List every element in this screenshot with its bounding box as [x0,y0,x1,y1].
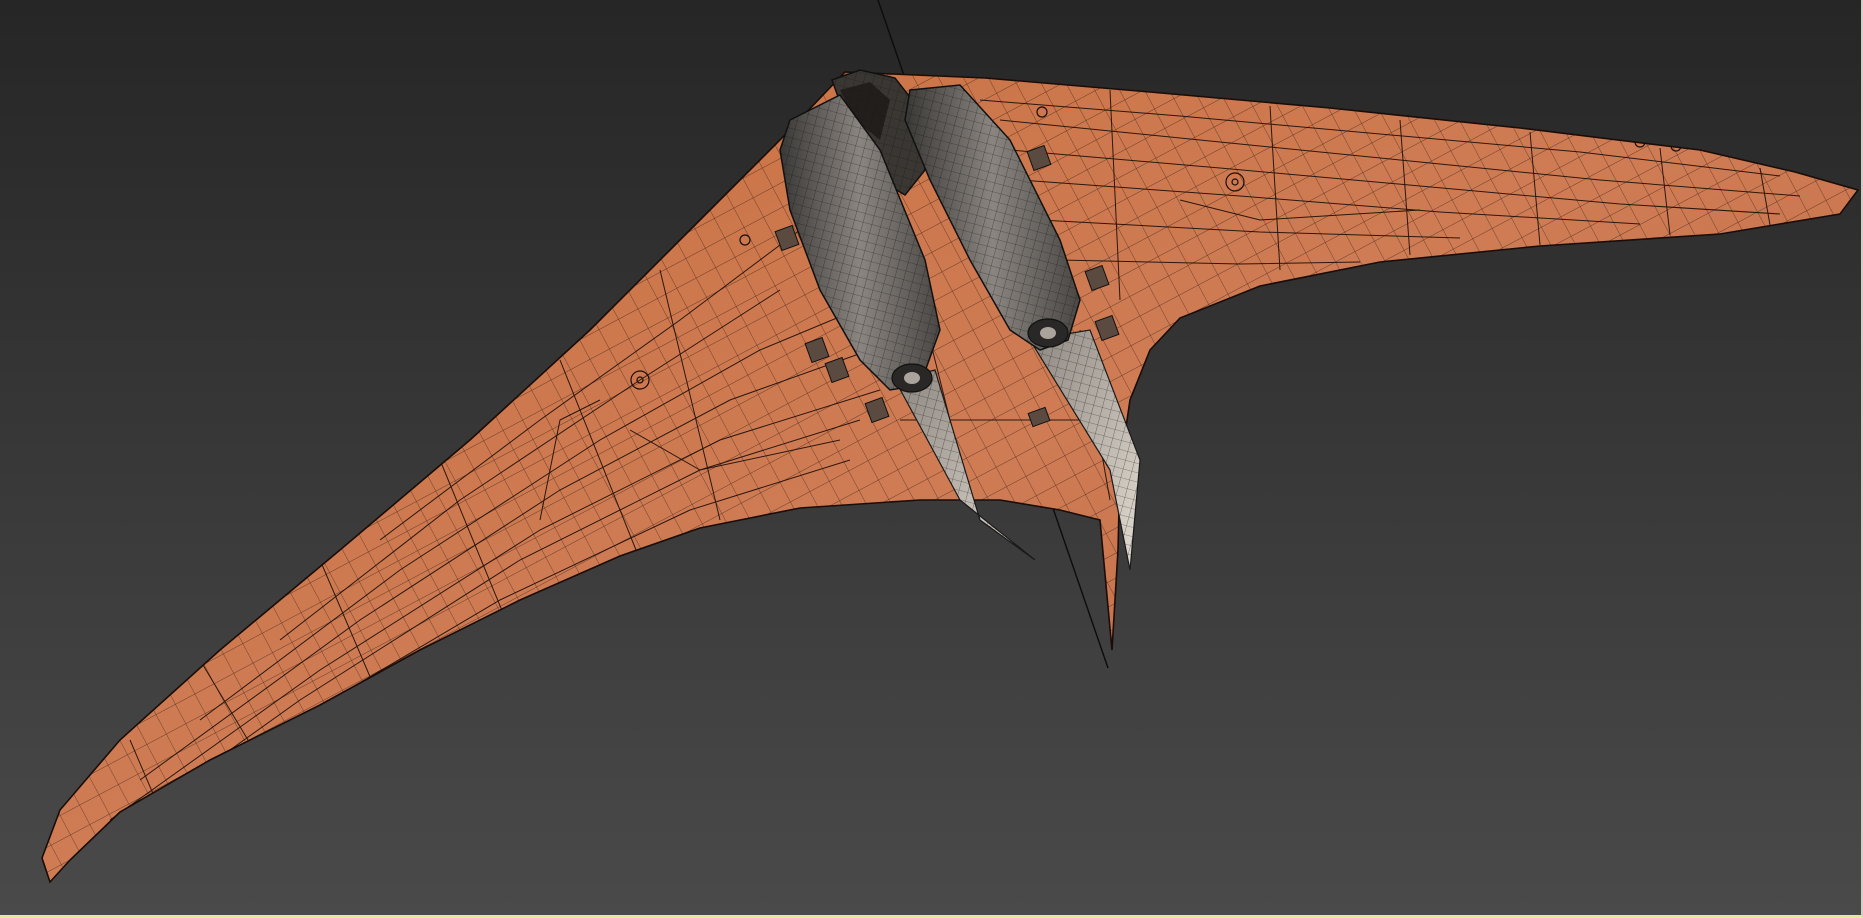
3d-viewport[interactable] [0,0,1863,918]
viewport-canvas[interactable] [0,0,1863,918]
